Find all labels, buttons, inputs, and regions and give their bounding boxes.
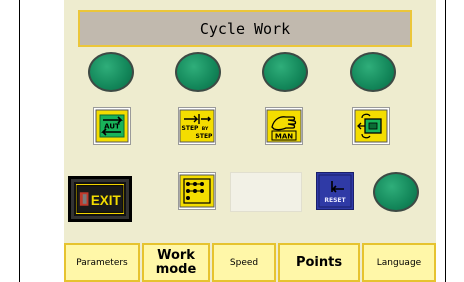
left-frame-line	[19, 0, 20, 282]
grid-matrix-button[interactable]	[178, 172, 216, 210]
indicator-lamp-machine	[350, 52, 396, 92]
tab-speed[interactable]: Speed	[212, 243, 276, 282]
grid-matrix-icon	[179, 174, 215, 208]
auto-cycle-icon: AUT	[95, 109, 129, 143]
exit-button[interactable]: EXIT	[68, 176, 132, 222]
reset-label: RESET	[324, 197, 346, 204]
manual-hand-icon: MAN	[266, 109, 302, 143]
step-label-bottom: STEP	[196, 133, 214, 140]
value-display-field	[230, 172, 302, 212]
tab-points[interactable]: Points	[278, 243, 360, 282]
auto-label: AUT	[104, 123, 120, 131]
machine-cycle-icon	[354, 109, 388, 143]
bottom-tab-bar: Parameters Work mode Speed Points Langua…	[64, 243, 436, 282]
tab-parameters[interactable]: Parameters	[64, 243, 140, 282]
exit-button-face: EXIT	[74, 182, 126, 216]
exit-label: EXIT	[91, 193, 122, 208]
exit-door-icon: EXIT	[76, 185, 124, 213]
manual-label: MAN	[275, 133, 293, 141]
auto-mode-button[interactable]: AUT	[93, 107, 131, 145]
indicator-lamp-manual	[262, 52, 308, 92]
step-by-step-icon: STEP BY STEP	[179, 109, 215, 143]
indicator-lamp-step	[175, 52, 221, 92]
indicator-lamp-auto	[88, 52, 134, 92]
indicator-lamp-reset	[373, 172, 419, 212]
tab-work-mode[interactable]: Work mode	[142, 243, 210, 282]
step-label-top: STEP	[182, 125, 200, 132]
step-by-step-button[interactable]: STEP BY STEP	[178, 107, 216, 145]
page-title: Cycle Work	[78, 10, 412, 47]
tab-language[interactable]: Language	[362, 243, 436, 282]
manual-mode-button[interactable]: MAN	[265, 107, 303, 145]
right-frame-line	[445, 0, 446, 282]
reset-button[interactable]: RESET	[316, 172, 354, 210]
reset-arrow-icon: RESET	[318, 174, 352, 208]
machine-cycle-button[interactable]	[352, 107, 390, 145]
step-label-mid: BY	[202, 126, 209, 132]
